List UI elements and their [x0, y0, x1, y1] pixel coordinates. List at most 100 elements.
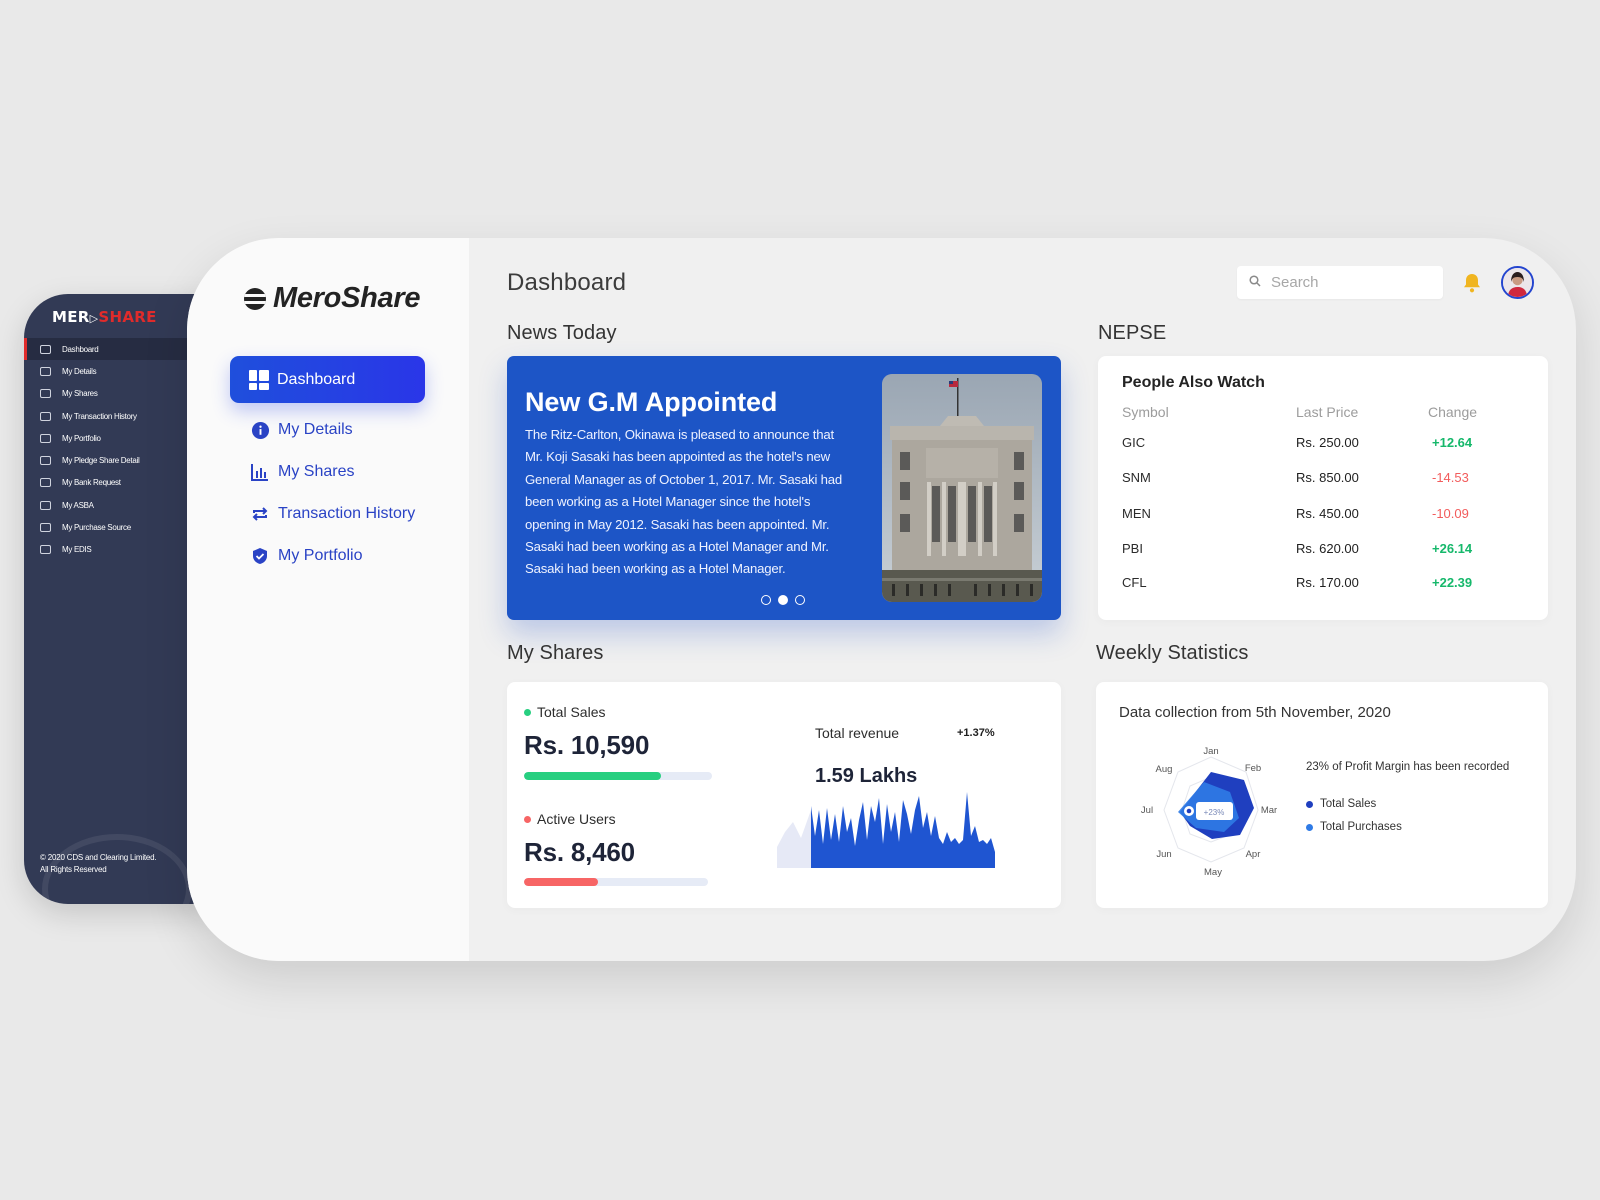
legend-dot-icon — [1306, 823, 1313, 831]
sidebar-item-my-details[interactable]: My Details — [250, 420, 353, 440]
carousel-dot-3[interactable] — [795, 595, 805, 605]
revenue-value: 1.59 Lakhs — [815, 765, 918, 787]
dashboard-icon — [249, 369, 269, 390]
search-box[interactable] — [1237, 266, 1443, 299]
id-card-icon — [40, 366, 51, 376]
row-price: Rs. 250.00 — [1296, 435, 1359, 450]
logo-icon — [244, 287, 266, 310]
info-icon — [250, 420, 270, 440]
progress-fill — [524, 772, 662, 780]
table-row[interactable]: GIC Rs. 250.00 +12.64 — [1098, 435, 1548, 455]
revenue-label: Total revenue — [815, 725, 900, 741]
legacy-logo: MER▷SHARE — [52, 308, 157, 326]
app-window: MeroShare Dashboard My Details My Shares… — [187, 238, 1576, 961]
bar-chart-icon — [40, 389, 51, 399]
column-header-symbol: Symbol — [1122, 404, 1169, 420]
shares-panel: Total Sales Rs. 10,590 Active Users Rs. … — [507, 682, 1061, 908]
repeat-icon — [250, 504, 270, 524]
shares-section-title: My Shares — [507, 642, 604, 664]
row-symbol: CFL — [1122, 575, 1147, 590]
row-price: Rs. 170.00 — [1296, 575, 1359, 590]
total-sales-label: Total Sales — [524, 704, 605, 720]
news-headline: New G.M Appointed — [525, 387, 778, 417]
table-row[interactable]: SNM Rs. 850.00 -14.53 — [1098, 470, 1548, 490]
legacy-nav-item-pledge-share[interactable]: My Pledge Share Detail — [24, 449, 214, 471]
carousel-dot-1[interactable] — [761, 595, 771, 605]
active-users-progress — [524, 878, 708, 886]
table-row[interactable]: PBI Rs. 620.00 +26.14 — [1098, 541, 1548, 561]
legacy-nav-item-my-details[interactable]: My Details — [24, 360, 214, 382]
radar-chart: +23% Jan Feb Mar Apr May Jun Jul Aug — [1141, 746, 1277, 878]
document-icon — [40, 456, 51, 466]
red-dot-icon — [524, 815, 531, 823]
legacy-nav-item-dashboard[interactable]: Dashboard — [24, 338, 214, 361]
revenue-change: +1.37% — [957, 727, 995, 739]
sidebar-item-my-shares[interactable]: My Shares — [250, 462, 354, 482]
weekly-section-title: Weekly Statistics — [1096, 642, 1249, 664]
sidebar-item-my-portfolio[interactable]: My Portfolio — [250, 546, 362, 566]
row-change: +22.39 — [1432, 575, 1473, 590]
legacy-nav-item-my-shares[interactable]: My Shares — [24, 383, 214, 405]
radar-label: Feb — [1245, 763, 1261, 774]
legacy-nav-item-edis[interactable]: My EDIS — [24, 539, 214, 561]
active-users-value: Rs. 8,460 — [524, 837, 635, 867]
legacy-nav-item-purchase-source[interactable]: My Purchase Source — [24, 516, 214, 538]
radar-badge: +23% — [1204, 808, 1225, 817]
news-body: The Ritz-Carlton, Okinawa is pleased to … — [525, 427, 843, 577]
nepse-section-title: NEPSE — [1098, 322, 1167, 344]
brand-logo[interactable]: MeroShare — [244, 282, 420, 315]
legacy-nav-item-asba[interactable]: My ASBA — [24, 494, 214, 516]
row-price: Rs. 450.00 — [1296, 506, 1359, 521]
table-row[interactable]: CFL Rs. 170.00 +22.39 — [1098, 575, 1548, 595]
legacy-nav-item-transaction-history[interactable]: My Transaction History — [24, 405, 214, 427]
column-header-change: Change — [1428, 404, 1478, 420]
weekly-panel: Data collection from 5th November, 2020 … — [1096, 682, 1548, 908]
swap-icon — [40, 411, 51, 421]
news-carousel[interactable]: New G.M Appointed The Ritz-Carlton, Okin… — [507, 356, 1061, 620]
nepse-panel: People Also Watch Symbol Last Price Chan… — [1098, 356, 1548, 620]
legacy-footer: © 2020 CDS and Clearing Limited. All Rig… — [40, 853, 157, 874]
message-icon — [40, 478, 51, 488]
column-header-price: Last Price — [1296, 404, 1359, 420]
bar-chart-icon — [250, 462, 270, 482]
radar-label: May — [1204, 867, 1222, 878]
row-price: Rs. 620.00 — [1296, 541, 1359, 556]
total-sales-value: Rs. 10,590 — [524, 730, 650, 760]
panel-title: People Also Watch — [1122, 374, 1265, 391]
active-users-label: Active Users — [524, 811, 616, 827]
row-change: -14.53 — [1432, 470, 1469, 485]
globe-icon — [40, 500, 51, 510]
revenue-sparkline — [777, 792, 995, 868]
row-symbol: SNM — [1122, 470, 1151, 485]
search-input[interactable] — [1271, 274, 1431, 291]
home-icon — [40, 344, 51, 354]
row-change: +12.64 — [1432, 435, 1473, 450]
basket-icon — [40, 523, 51, 533]
sidebar-item-transaction-history[interactable]: Transaction History — [250, 504, 415, 524]
weekly-subtitle: Data collection from 5th November, 2020 — [1119, 704, 1391, 721]
search-icon — [1249, 274, 1261, 292]
news-image — [882, 374, 1042, 602]
legend-item: Total Sales — [1306, 798, 1376, 810]
sidebar-item-dashboard[interactable]: Dashboard — [230, 356, 425, 403]
row-symbol: GIC — [1122, 435, 1146, 450]
shield-check-icon — [250, 546, 270, 566]
row-change: -10.09 — [1432, 506, 1469, 521]
table-row[interactable]: MEN Rs. 450.00 -10.09 — [1098, 506, 1548, 526]
news-section-title: News Today — [507, 322, 617, 344]
row-symbol: PBI — [1122, 541, 1143, 556]
legacy-nav: Dashboard My Details My Shares My Transa… — [24, 338, 214, 561]
main-content: Dashboard News Today New G.M Appointed T… — [469, 238, 1576, 961]
radar-label: Jul — [1141, 805, 1153, 816]
green-dot-icon — [524, 708, 531, 716]
legend-dot-icon — [1306, 800, 1313, 808]
legacy-nav-item-my-portfolio[interactable]: My Portfolio — [24, 427, 214, 449]
carousel-dot-2[interactable] — [778, 595, 788, 605]
radar-label: Jan — [1203, 746, 1218, 757]
progress-fill — [524, 878, 598, 886]
legacy-nav-item-bank-request[interactable]: My Bank Request — [24, 472, 214, 494]
row-change: +26.14 — [1432, 541, 1473, 556]
user-avatar[interactable] — [1501, 266, 1534, 299]
bell-icon[interactable] — [1463, 273, 1481, 298]
radar-label: Aug — [1156, 764, 1173, 775]
